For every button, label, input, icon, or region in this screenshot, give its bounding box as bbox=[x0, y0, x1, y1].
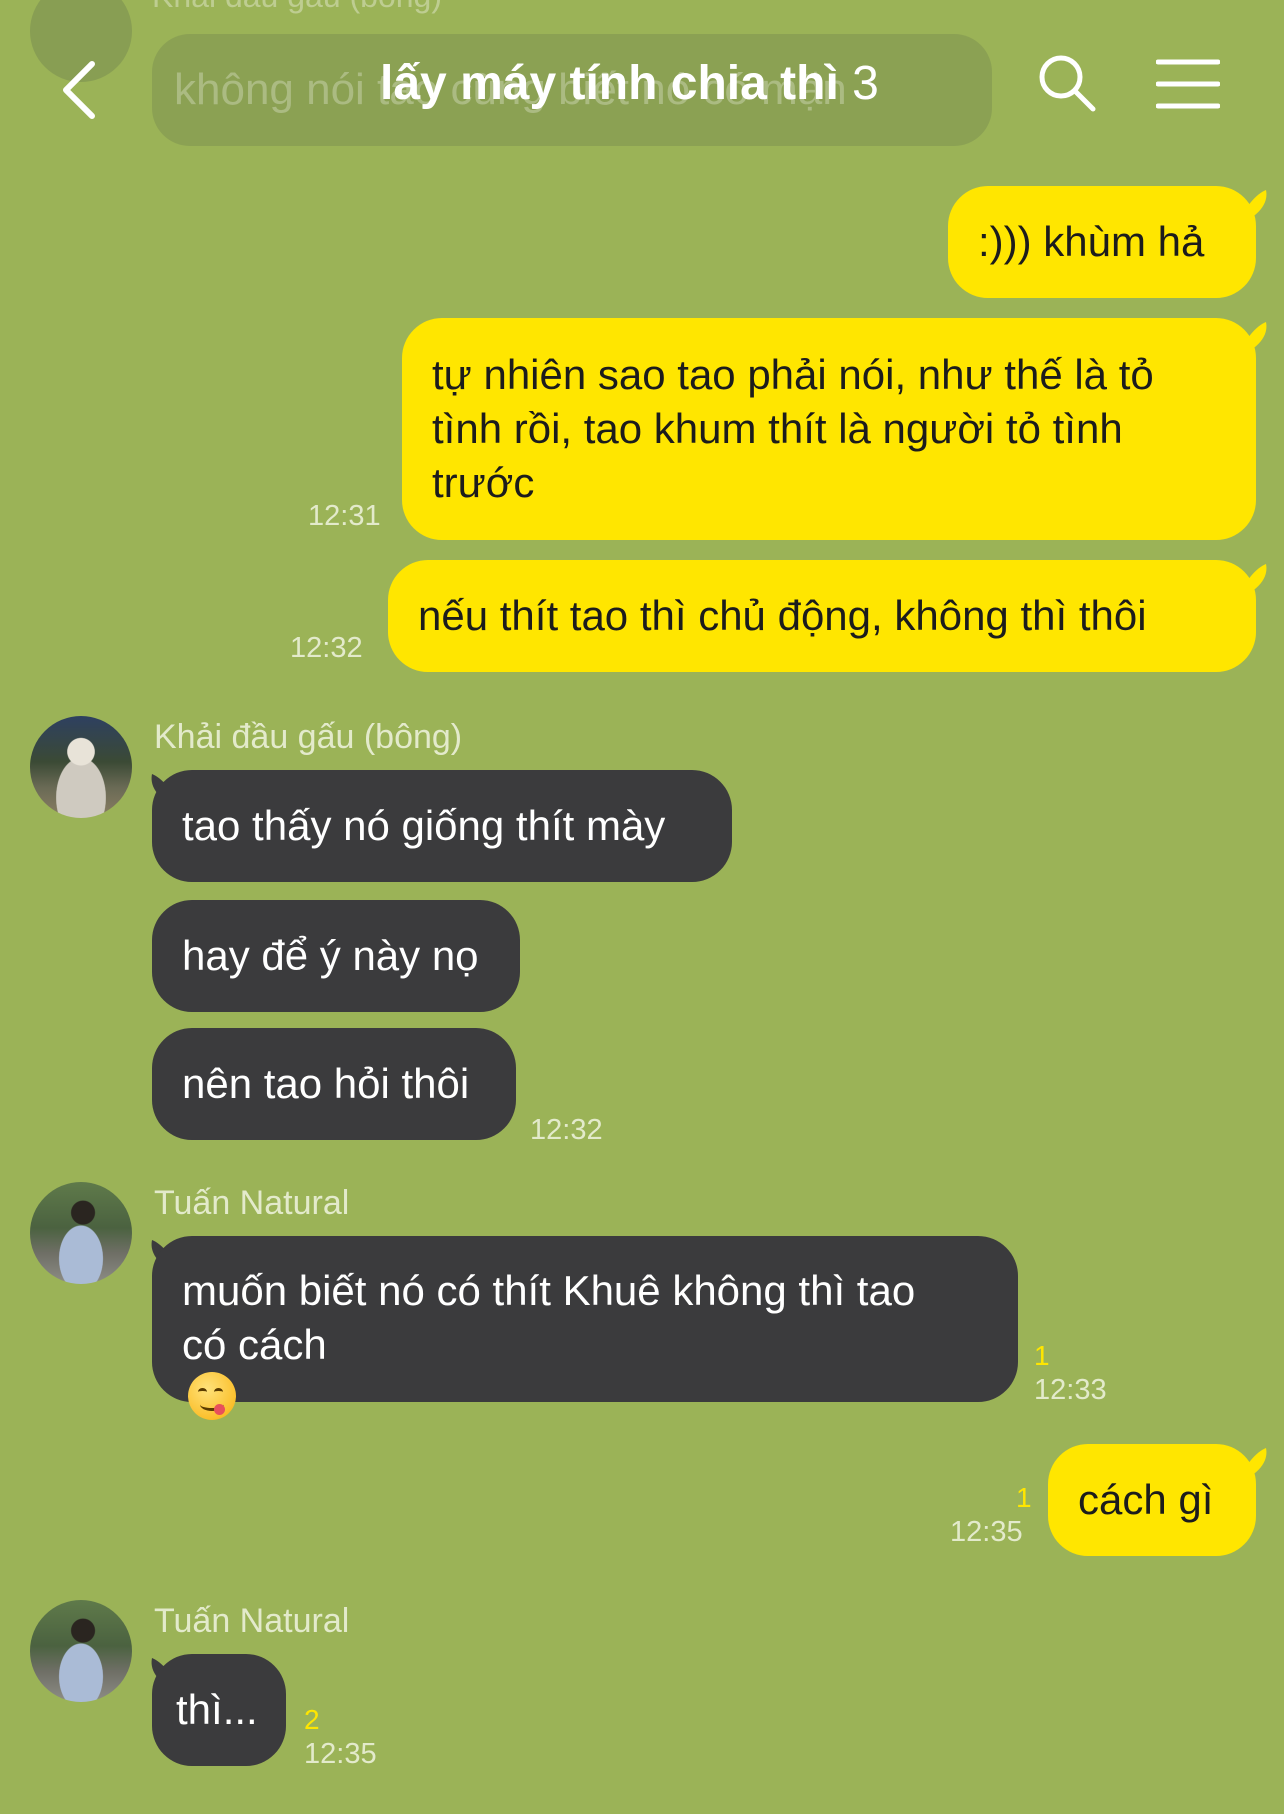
avatar[interactable] bbox=[30, 1182, 132, 1284]
message-time: 12:32 bbox=[290, 632, 363, 664]
unread-count: 2 bbox=[304, 1704, 320, 1735]
search-button[interactable] bbox=[1036, 52, 1098, 114]
bubble-tail bbox=[1236, 322, 1267, 358]
bubble-tail bbox=[1236, 1448, 1267, 1484]
sender-name: Tuấn Natural bbox=[154, 1602, 350, 1640]
avatar[interactable] bbox=[30, 1600, 132, 1702]
message-text: tao thấy nó giống thít mày bbox=[182, 802, 666, 849]
chat-title: lấy máy tính chia thì 3 bbox=[380, 56, 879, 111]
message-time: 12:33 bbox=[1034, 1374, 1107, 1406]
menu-button[interactable] bbox=[1155, 58, 1221, 110]
unread-count: 1 bbox=[1016, 1482, 1032, 1513]
message-time: 12:35 bbox=[950, 1516, 1023, 1548]
incoming-message-bubble[interactable]: nên tao hỏi thôi bbox=[152, 1028, 516, 1140]
unread-count: 1 bbox=[1034, 1340, 1050, 1371]
menu-icon bbox=[1155, 59, 1221, 109]
back-arrow-icon bbox=[63, 61, 95, 119]
incoming-message-bubble[interactable]: thì... bbox=[152, 1654, 286, 1766]
message-text: nên tao hỏi thôi bbox=[182, 1060, 470, 1107]
back-button[interactable] bbox=[52, 50, 132, 130]
message-text-line: muốn biết nó có thít Khuê không thì tao bbox=[182, 1267, 916, 1314]
yum-emoji-icon bbox=[188, 1372, 236, 1420]
message-text: tự nhiên sao tao phải nói, như thế là tỏ… bbox=[432, 351, 1154, 506]
ghost-sender-name: Khải đầu gấu (bông) bbox=[152, 0, 442, 15]
message-text: :))) khùm hả bbox=[978, 218, 1205, 265]
bubble-tail bbox=[1236, 564, 1267, 600]
message-time: 12:32 bbox=[530, 1114, 603, 1146]
avatar[interactable] bbox=[30, 716, 132, 818]
message-time: 12:31 bbox=[308, 500, 381, 532]
incoming-message-bubble[interactable]: muốn biết nó có thít Khuê không thì tao … bbox=[152, 1236, 1018, 1420]
message-text: nếu thít tao thì chủ động, không thì thô… bbox=[418, 592, 1147, 639]
outgoing-message-bubble[interactable]: nếu thít tao thì chủ động, không thì thô… bbox=[388, 560, 1256, 672]
message-text: hay để ý này nọ bbox=[182, 932, 479, 979]
message-time: 12:35 bbox=[304, 1738, 377, 1770]
chat-title-text: lấy máy tính chia thì bbox=[380, 57, 839, 110]
bubble-tail bbox=[1236, 190, 1267, 226]
message-text-line: có cách bbox=[182, 1318, 327, 1420]
incoming-message-bubble[interactable]: hay để ý này nọ bbox=[152, 900, 520, 1012]
message-text: cách gì bbox=[1078, 1476, 1214, 1523]
outgoing-message-bubble[interactable]: tự nhiên sao tao phải nói, như thế là tỏ… bbox=[402, 318, 1256, 540]
incoming-message-bubble[interactable]: tao thấy nó giống thít mày bbox=[152, 770, 732, 882]
sender-name: Khải đầu gấu (bông) bbox=[154, 718, 463, 756]
outgoing-message-bubble[interactable]: cách gì bbox=[1048, 1444, 1256, 1556]
message-text: có cách bbox=[182, 1321, 327, 1368]
outgoing-message-bubble[interactable]: :))) khùm hả bbox=[948, 186, 1256, 298]
member-count: 3 bbox=[852, 57, 879, 110]
search-icon bbox=[1039, 55, 1096, 112]
message-text: thì... bbox=[176, 1686, 258, 1733]
sender-name: Tuấn Natural bbox=[154, 1184, 350, 1222]
